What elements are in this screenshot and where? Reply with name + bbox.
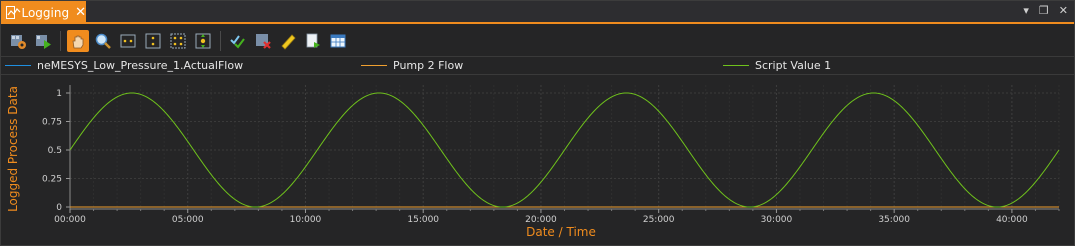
x-tick-label: 15:000 (407, 215, 439, 225)
x-tick-label: 40:000 (996, 215, 1028, 225)
x-tick-label: 10:000 (290, 215, 322, 225)
x-tick-label: 30:000 (761, 215, 793, 225)
x-tick-label: 05:000 (172, 215, 204, 225)
y-tick-label: 1 (56, 89, 62, 99)
chart-plot[interactable]: 0 0.25 0.5 0.75 1 00:000 05:000 10:000 15:000 20:… (1, 1, 1074, 245)
x-tick-label: 25:000 (643, 215, 675, 225)
logging-window: Logging ✕ ▾ ❐ ✕ neMESYS_Low_Pressure_1.A… (0, 0, 1075, 246)
x-tick-label: 00:000 (54, 215, 86, 225)
y-tick-label: 0.75 (42, 118, 62, 128)
x-tick-label: 35:000 (878, 215, 910, 225)
y-tick-label: 0 (56, 203, 62, 213)
x-tick-label: 20:000 (525, 215, 557, 225)
y-tick-label: 0.25 (42, 175, 62, 185)
y-tick-label: 0.5 (48, 146, 62, 156)
